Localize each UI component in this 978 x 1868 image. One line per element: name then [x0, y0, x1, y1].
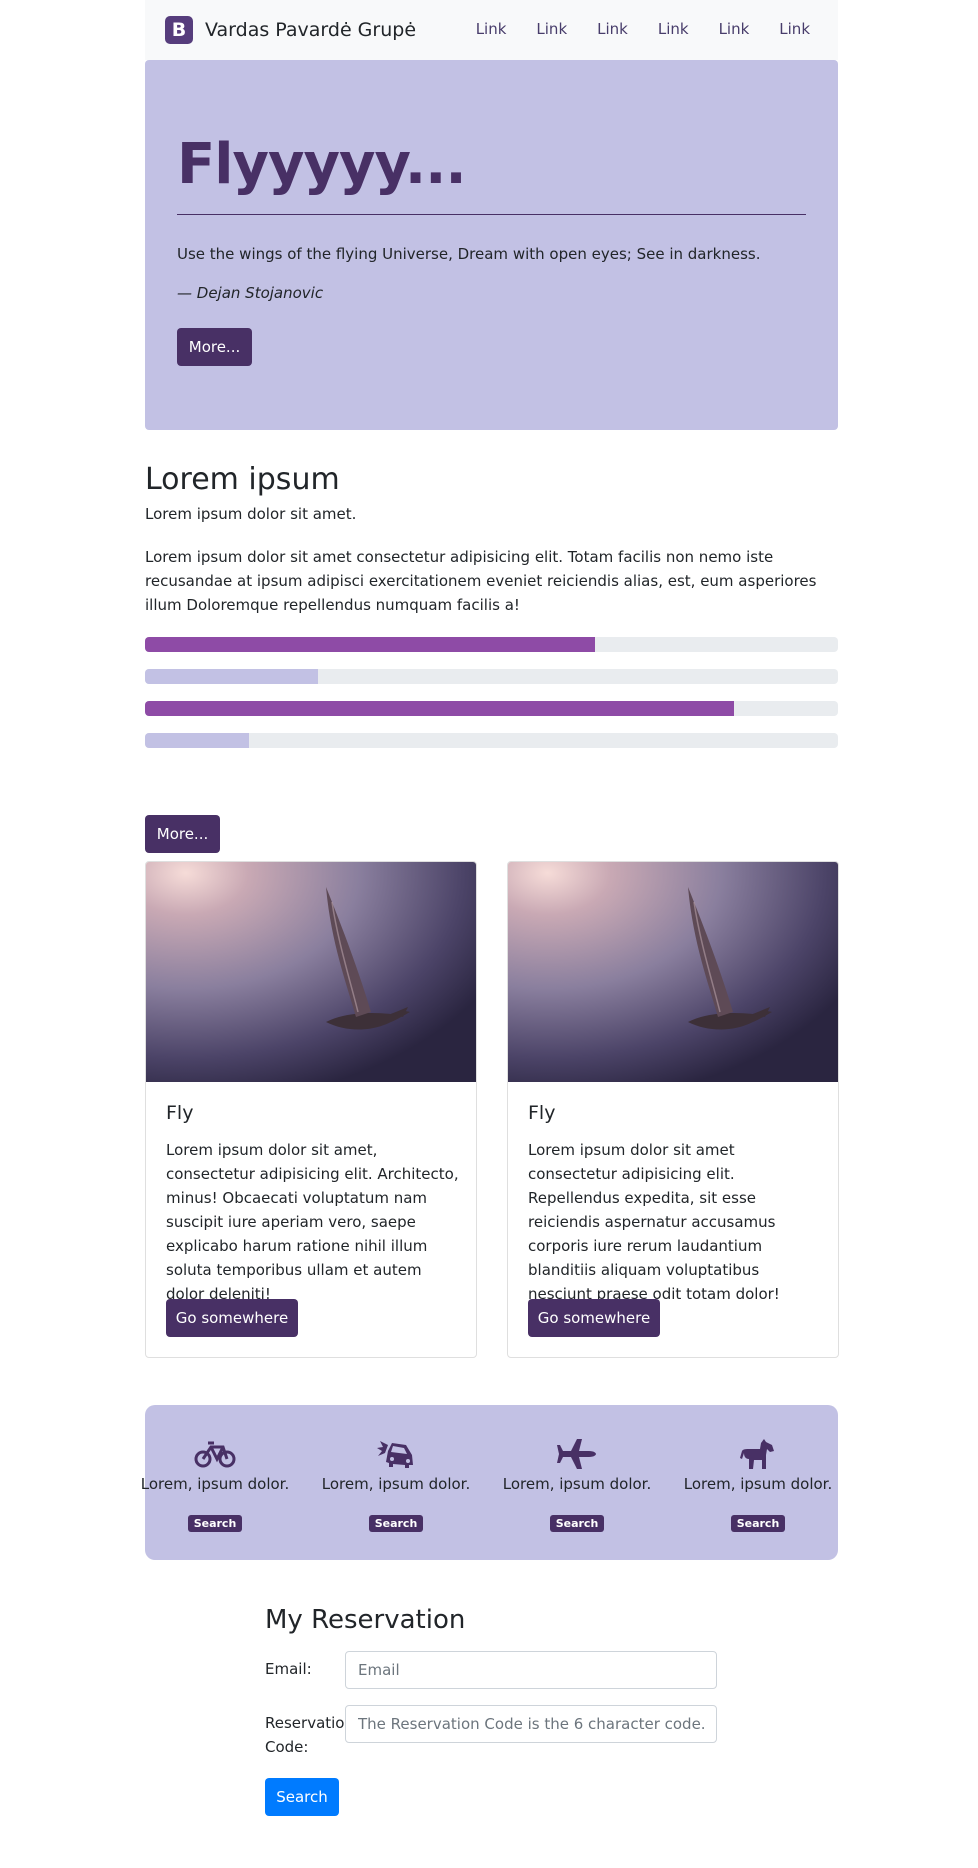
email-label: Email:: [265, 1660, 312, 1678]
strip-item-horse: Lorem, ipsum dolor. Search: [678, 1437, 838, 1532]
search-badge[interactable]: Search: [187, 1515, 243, 1532]
strip-item-car: Lorem, ipsum dolor. Search: [316, 1437, 476, 1532]
nav-link-6[interactable]: Link: [779, 20, 810, 38]
search-badge[interactable]: Search: [549, 1515, 605, 1532]
strip-text: Lorem, ipsum dolor.: [140, 1475, 290, 1493]
progress-bar: [145, 701, 735, 716]
progress-track: [145, 733, 838, 748]
go-somewhere-button[interactable]: Go somewhere: [528, 1299, 660, 1337]
bird-photo: [508, 862, 838, 1082]
go-somewhere-button[interactable]: Go somewhere: [166, 1299, 298, 1337]
lorem-short-text: Lorem ipsum dolor sit amet.: [145, 505, 357, 523]
card-title: Fly: [166, 1102, 194, 1124]
navbar: B Vardas Pavardė Grupė Link Link Link Li…: [145, 0, 838, 60]
plane-icon: [557, 1439, 596, 1469]
search-badge[interactable]: Search: [730, 1515, 786, 1532]
progress-bar: [145, 669, 319, 684]
bootstrap-logo-icon: B: [165, 16, 193, 44]
progress-bar: [145, 733, 249, 748]
search-badge[interactable]: Search: [368, 1515, 424, 1532]
card: Fly Lorem ipsum dolor sit amet, consecte…: [145, 861, 477, 1358]
jumbotron: Flyyyyy... Use the wings of the flying U…: [145, 60, 838, 430]
jumbotron-quote: Use the wings of the flying Universe, Dr…: [177, 245, 761, 263]
nav-links: Link Link Link Link Link Link: [446, 20, 810, 38]
strip-text: Lorem, ipsum dolor.: [683, 1475, 833, 1493]
lorem-heading: Lorem ipsum: [145, 462, 340, 497]
strip-text: Lorem, ipsum dolor.: [502, 1475, 652, 1493]
nav-link-1[interactable]: Link: [476, 20, 507, 38]
jumbotron-divider: [177, 214, 806, 215]
strip-item-bicycle: Lorem, ipsum dolor. Search: [135, 1437, 295, 1532]
search-button[interactable]: Search: [265, 1778, 339, 1816]
card-title: Fly: [528, 1102, 556, 1124]
reservation-code-label: Reservation Code:: [265, 1714, 354, 1756]
progress-track: [145, 701, 838, 716]
nav-link-2[interactable]: Link: [536, 20, 567, 38]
card-text: Lorem ipsum dolor sit amet consectetur a…: [528, 1141, 780, 1303]
car-crash-icon: [377, 1441, 413, 1468]
horse-icon: [740, 1439, 774, 1469]
page: B Vardas Pavardė Grupė Link Link Link Li…: [0, 0, 978, 1868]
progress-bar: [145, 637, 596, 652]
brand-name: Vardas Pavardė Grupė: [205, 19, 417, 41]
transport-strip: Lorem, ipsum dolor. Search Lorem, ipsum …: [141, 1405, 838, 1560]
jumbotron-more-button[interactable]: More...: [177, 328, 252, 366]
reservation-form: My Reservation Email: Reservation Code: …: [265, 1605, 717, 1816]
strip-item-plane: Lorem, ipsum dolor. Search: [497, 1437, 657, 1532]
card: Fly Lorem ipsum dolor sit amet consectet…: [507, 861, 839, 1358]
reservation-heading: My Reservation: [265, 1605, 466, 1635]
progress-track: [145, 669, 838, 684]
lorem-long-text: Lorem ipsum dolor sit amet consectetur a…: [145, 548, 817, 614]
bird-photo: [146, 862, 476, 1082]
brand-link[interactable]: B Vardas Pavardė Grupė: [165, 16, 416, 44]
lorem-section: Lorem ipsum Lorem ipsum dolor sit amet. …: [145, 462, 838, 762]
email-input[interactable]: [345, 1651, 717, 1689]
strip-text: Lorem, ipsum dolor.: [321, 1475, 471, 1493]
bicycle-icon: [194, 1441, 236, 1468]
jumbotron-author: — Dejan Stojanovic: [177, 284, 324, 302]
lorem-more-button[interactable]: More...: [145, 815, 220, 853]
progress-track: [145, 637, 838, 652]
nav-link-5[interactable]: Link: [719, 20, 750, 38]
card-text: Lorem ipsum dolor sit amet, consectetur …: [166, 1141, 459, 1303]
jumbotron-title: Flyyyyy...: [177, 132, 467, 197]
nav-link-3[interactable]: Link: [597, 20, 628, 38]
nav-link-4[interactable]: Link: [658, 20, 689, 38]
reservation-code-input[interactable]: [345, 1705, 717, 1743]
